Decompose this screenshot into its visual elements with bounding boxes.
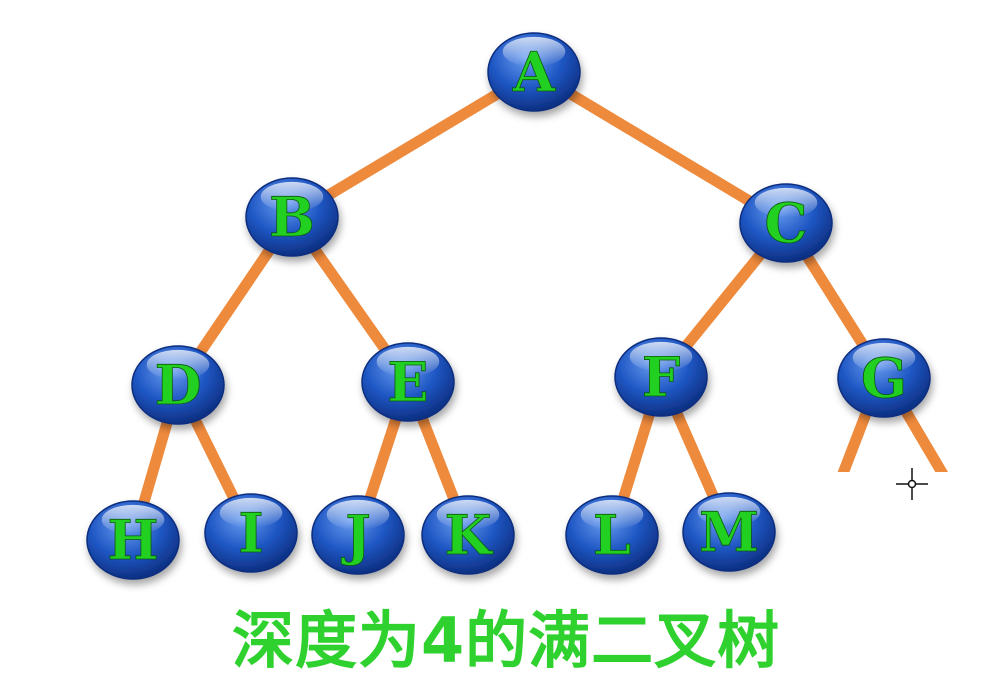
node-label: I xyxy=(238,501,263,565)
tree-node-j: J xyxy=(311,495,405,575)
tree-node-i: I xyxy=(204,493,298,573)
node-label: E xyxy=(387,350,428,414)
cropped-area xyxy=(790,472,960,592)
node-label: J xyxy=(341,503,371,567)
node-label: F xyxy=(642,345,680,409)
binary-tree-diagram: A B C D E F G H I J K L M xyxy=(86,32,960,592)
node-label: D xyxy=(155,353,202,417)
tree-node-g: G xyxy=(837,338,931,418)
diagram-caption: 深度为4的满二叉树 xyxy=(232,604,781,677)
tree-node-h: H xyxy=(86,500,180,580)
tree-node-c: C xyxy=(739,183,833,263)
tree-node-a: A xyxy=(487,32,581,112)
tree-node-e: E xyxy=(361,342,455,422)
node-label: C xyxy=(765,191,808,255)
node-label: B xyxy=(269,185,315,249)
tree-node-f: F xyxy=(614,337,708,417)
tree-node-d: D xyxy=(131,345,225,425)
node-label: L xyxy=(593,503,631,567)
node-label: K xyxy=(445,503,494,567)
tree-node-m: M xyxy=(682,492,776,572)
node-label: A xyxy=(512,40,556,104)
node-label: G xyxy=(861,346,907,410)
node-label: M xyxy=(699,500,759,564)
tree-node-k: K xyxy=(421,495,515,575)
node-label: H xyxy=(107,508,158,572)
tree-node-l: L xyxy=(565,495,659,575)
tree-node-b: B xyxy=(245,177,339,257)
